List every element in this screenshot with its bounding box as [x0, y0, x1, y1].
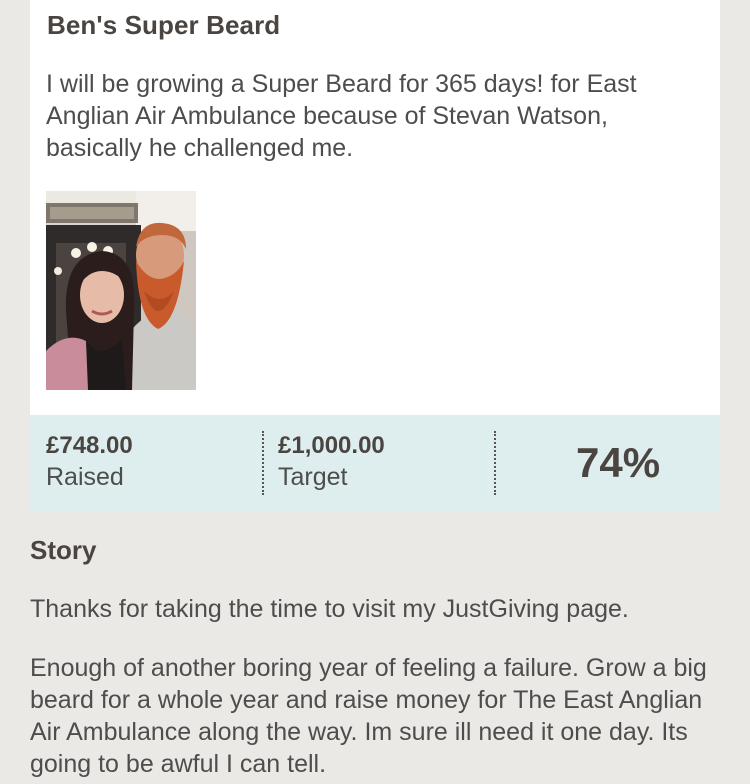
page-title: Ben's Super Beard: [47, 10, 281, 40]
progress-percent: 74%: [576, 439, 661, 486]
target-stat: £1,000.00 Target: [278, 431, 385, 493]
fundraiser-photo[interactable]: [46, 191, 196, 390]
raised-amount: £748.00: [46, 432, 133, 459]
stats-divider: [494, 431, 496, 495]
story-heading: Story: [30, 535, 97, 565]
story-paragraph: Enough of another boring year of feeling…: [30, 654, 707, 778]
target-label: Target: [278, 463, 348, 491]
raised-stat: £748.00 Raised: [46, 431, 133, 493]
fundraising-stats: £748.00 Raised £1,000.00 Target 74%: [30, 415, 720, 511]
fundraiser-summary: I will be growing a Super Beard for 365 …: [46, 70, 637, 162]
fundraiser-card: Ben's Super Beard I will be growing a Su…: [30, 0, 720, 415]
target-amount: £1,000.00: [278, 432, 385, 459]
raised-label: Raised: [46, 463, 124, 491]
story-paragraph: Thanks for taking the time to visit my J…: [30, 595, 629, 623]
stats-divider: [262, 431, 264, 495]
